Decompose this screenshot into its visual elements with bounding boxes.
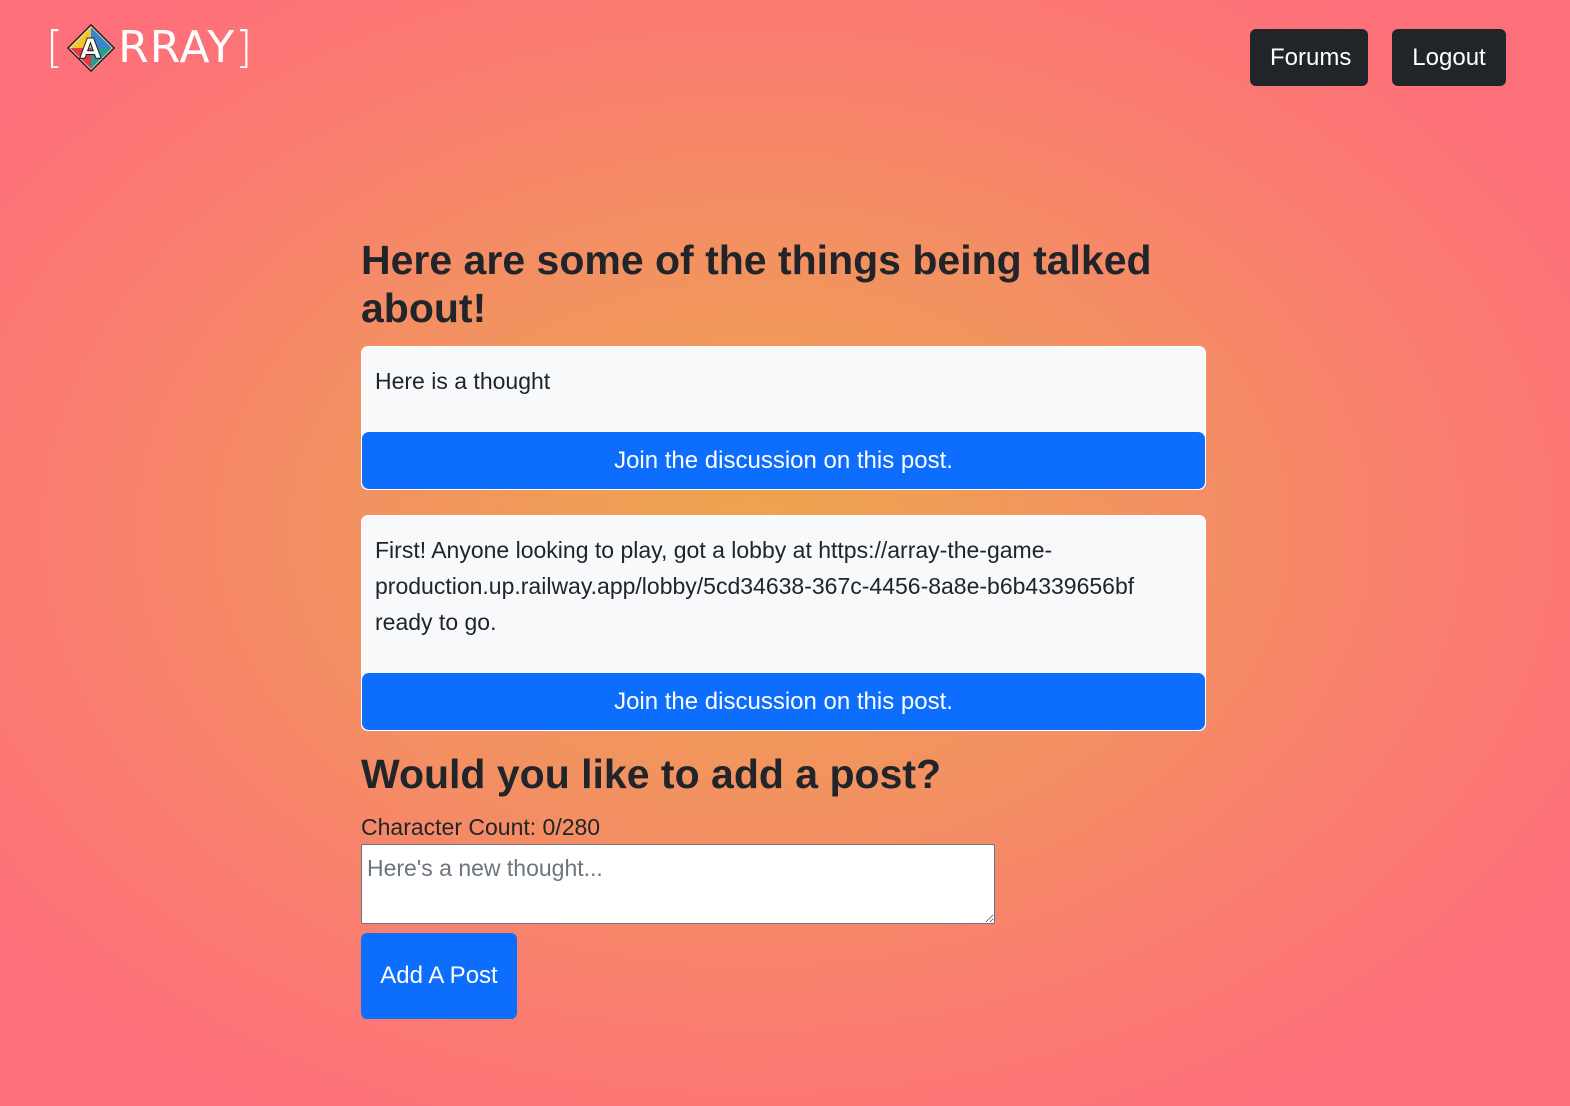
- post-text: First! Anyone looking to play, got a lob…: [375, 537, 1135, 635]
- logo-mark-letter: A: [80, 32, 103, 65]
- character-count-label: Character Count:: [361, 814, 537, 840]
- array-logo[interactable]: [ A RRAY ]: [46, 20, 253, 76]
- character-count: Character Count: 0/280: [361, 814, 1206, 840]
- diamond-logo-icon: A: [67, 23, 116, 73]
- join-discussion-button[interactable]: Join the discussion on this post.: [362, 673, 1205, 730]
- forum-main: Here are some of the things being talked…: [361, 236, 1206, 1019]
- post-card: Here is a thought Join the discussion on…: [361, 346, 1206, 490]
- character-count-value: 0/280: [542, 814, 601, 840]
- logout-button[interactable]: Logout: [1392, 29, 1506, 86]
- page-title: Here are some of the things being talked…: [361, 237, 1152, 331]
- logo-text: RRAY: [118, 22, 236, 73]
- forums-button[interactable]: Forums: [1250, 29, 1368, 86]
- post-text: Here is a thought: [375, 368, 551, 394]
- post-card: First! Anyone looking to play, got a lob…: [361, 515, 1206, 731]
- logo-right-bracket: ]: [235, 22, 254, 73]
- join-discussion-button[interactable]: Join the discussion on this post.: [362, 432, 1205, 489]
- new-post-input[interactable]: [361, 844, 995, 924]
- add-post-title: Would you like to add a post?: [361, 751, 942, 797]
- navbar: [ A RRAY ] Forums Logout: [0, 0, 1570, 110]
- add-post-button[interactable]: Add A Post: [361, 933, 517, 1019]
- logo-left-bracket: [: [46, 22, 65, 73]
